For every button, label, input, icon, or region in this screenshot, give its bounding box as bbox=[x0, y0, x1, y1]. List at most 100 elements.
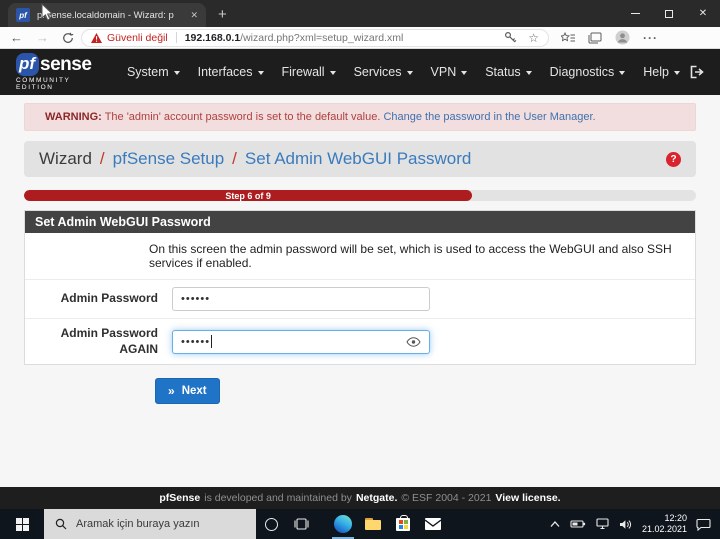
minimize-button[interactable] bbox=[618, 0, 652, 27]
microsoft-store-icon bbox=[396, 514, 410, 531]
nav-system[interactable]: System bbox=[118, 60, 189, 84]
footer-brand-link[interactable]: pfSense bbox=[159, 492, 200, 504]
pfsense-logo[interactable]: pf sense COMMUNITY EDITION bbox=[16, 53, 102, 91]
admin-password-label: Admin Password bbox=[60, 291, 158, 306]
refresh-icon[interactable] bbox=[62, 32, 74, 44]
admin-password-again-row: Admin Password AGAIN •••••• bbox=[25, 319, 695, 364]
cortana-button[interactable] bbox=[256, 509, 286, 539]
eye-icon bbox=[406, 336, 421, 347]
file-explorer-icon bbox=[365, 518, 381, 530]
warning-prefix: WARNING: bbox=[45, 111, 102, 123]
favorite-star-icon[interactable]: ☆ bbox=[528, 32, 539, 44]
nav-help[interactable]: Help bbox=[634, 60, 689, 84]
browser-tab[interactable]: pf pfSense.localdomain - Wizard: p ✕ bbox=[8, 3, 206, 27]
breadcrumb-setup-link[interactable]: pfSense Setup bbox=[113, 149, 225, 169]
volume-icon[interactable] bbox=[619, 519, 633, 530]
next-chevrons-icon: » bbox=[168, 384, 175, 399]
reveal-password-button[interactable] bbox=[406, 336, 421, 347]
task-view-button[interactable] bbox=[286, 509, 316, 539]
windows-taskbar: Aramak için buraya yazın 12:20 21.02.202… bbox=[0, 509, 720, 539]
browser-toolbar: ← → Güvenli değil 192.168.0.1 /wizard.ph… bbox=[0, 27, 720, 49]
chevron-down-icon bbox=[461, 70, 468, 78]
profile-avatar-icon[interactable] bbox=[615, 30, 630, 45]
nav-status[interactable]: Status bbox=[476, 60, 540, 84]
progress-label: Step 6 of 9 bbox=[225, 190, 271, 201]
logout-button[interactable] bbox=[689, 65, 704, 79]
search-placeholder: Aramak için buraya yazın bbox=[76, 518, 200, 530]
tab-close-icon[interactable]: ✕ bbox=[190, 10, 198, 21]
taskbar-explorer-button[interactable] bbox=[358, 509, 388, 539]
mail-icon bbox=[425, 518, 441, 530]
password-panel: Set Admin WebGUI Password On this screen… bbox=[24, 210, 696, 366]
pfsense-logo-sense: sense bbox=[40, 53, 92, 75]
system-tray: 12:20 21.02.2021 bbox=[549, 509, 720, 539]
url-divider bbox=[175, 32, 177, 43]
main-nav: System Interfaces Firewall Services VPN … bbox=[118, 60, 689, 84]
new-tab-button[interactable]: + bbox=[218, 7, 227, 22]
battery-icon[interactable] bbox=[570, 519, 586, 529]
clock-date: 21.02.2021 bbox=[641, 524, 687, 534]
browser-tab-strip: pf pfSense.localdomain - Wizard: p ✕ + ✕ bbox=[0, 0, 720, 27]
window-controls: ✕ bbox=[618, 0, 720, 27]
admin-password-value: •••••• bbox=[181, 293, 211, 305]
nav-firewall[interactable]: Firewall bbox=[273, 60, 345, 84]
network-icon[interactable] bbox=[595, 518, 610, 530]
nav-services[interactable]: Services bbox=[345, 60, 422, 84]
close-button[interactable]: ✕ bbox=[686, 0, 720, 27]
page-content: WARNING: The 'admin' account password is… bbox=[0, 95, 720, 487]
logout-icon bbox=[690, 65, 704, 79]
help-icon[interactable]: ? bbox=[666, 151, 681, 167]
footer-netgate-link[interactable]: Netgate. bbox=[356, 492, 397, 504]
back-icon[interactable]: ← bbox=[10, 31, 23, 44]
next-label: Next bbox=[181, 385, 207, 398]
address-bar[interactable]: Güvenli değil 192.168.0.1 /wizard.php?xm… bbox=[81, 28, 549, 47]
user-manager-link[interactable]: Change the password in the User Manager. bbox=[383, 111, 595, 123]
favorites-bar-icon[interactable] bbox=[561, 31, 575, 44]
pfsense-logo-pf: pf bbox=[16, 53, 40, 76]
next-button[interactable]: » Next bbox=[155, 378, 220, 405]
security-warning-label[interactable]: Güvenli değil bbox=[107, 32, 168, 44]
more-menu-icon[interactable]: ··· bbox=[643, 31, 658, 45]
maximize-button[interactable] bbox=[652, 0, 686, 27]
footer-license-link[interactable]: View license. bbox=[495, 492, 560, 504]
chevron-down-icon bbox=[674, 70, 680, 78]
text-caret bbox=[211, 335, 213, 349]
breadcrumb: Wizard / pfSense Setup / Set Admin WebGU… bbox=[24, 141, 696, 177]
tab-title: pfSense.localdomain - Wizard: p bbox=[37, 9, 174, 21]
action-center-icon[interactable] bbox=[696, 518, 711, 531]
minimize-icon bbox=[630, 13, 640, 14]
taskbar-search[interactable]: Aramak için buraya yazın bbox=[44, 509, 256, 539]
taskbar-clock[interactable]: 12:20 21.02.2021 bbox=[642, 513, 687, 536]
community-edition-label: COMMUNITY EDITION bbox=[16, 77, 71, 91]
taskbar-store-button[interactable] bbox=[388, 509, 418, 539]
windows-logo-icon bbox=[15, 517, 29, 531]
nav-interfaces[interactable]: Interfaces bbox=[189, 60, 273, 84]
clock-time: 12:20 bbox=[664, 512, 687, 523]
url-host: 192.168.0.1 bbox=[184, 31, 241, 44]
hidden-icons-chevron[interactable] bbox=[549, 520, 561, 528]
taskbar-edge-button[interactable] bbox=[328, 509, 358, 539]
wizard-progress-track: Step 6 of 9 bbox=[24, 190, 696, 201]
panel-title: Set Admin WebGUI Password bbox=[25, 211, 695, 233]
mouse-cursor bbox=[41, 3, 54, 21]
start-button[interactable] bbox=[0, 509, 44, 539]
taskbar-mail-button[interactable] bbox=[418, 509, 448, 539]
nav-diagnostics[interactable]: Diagnostics bbox=[541, 60, 635, 84]
admin-password-again-label: Admin Password AGAIN bbox=[60, 326, 158, 356]
search-icon bbox=[55, 518, 67, 530]
breadcrumb-current-link[interactable]: Set Admin WebGUI Password bbox=[245, 149, 471, 169]
breadcrumb-wizard: Wizard bbox=[39, 149, 92, 168]
footer-text: is developed and maintained by bbox=[204, 492, 352, 504]
maximize-icon bbox=[665, 9, 673, 18]
password-key-icon[interactable] bbox=[504, 31, 517, 44]
collections-icon[interactable] bbox=[588, 32, 602, 44]
chevron-down-icon bbox=[525, 70, 532, 78]
url-path: /wizard.php?xml=setup_wizard.xml bbox=[240, 31, 404, 44]
admin-password-row: Admin Password •••••• bbox=[25, 280, 695, 319]
admin-password-again-input[interactable]: •••••• bbox=[172, 329, 430, 354]
footer-copyright: © ESF 2004 - 2021 bbox=[401, 492, 492, 504]
warning-banner: WARNING: The 'admin' account password is… bbox=[24, 103, 696, 131]
admin-password-input[interactable]: •••••• bbox=[172, 287, 430, 311]
nav-vpn[interactable]: VPN bbox=[422, 60, 477, 84]
chevron-down-icon bbox=[173, 70, 180, 78]
